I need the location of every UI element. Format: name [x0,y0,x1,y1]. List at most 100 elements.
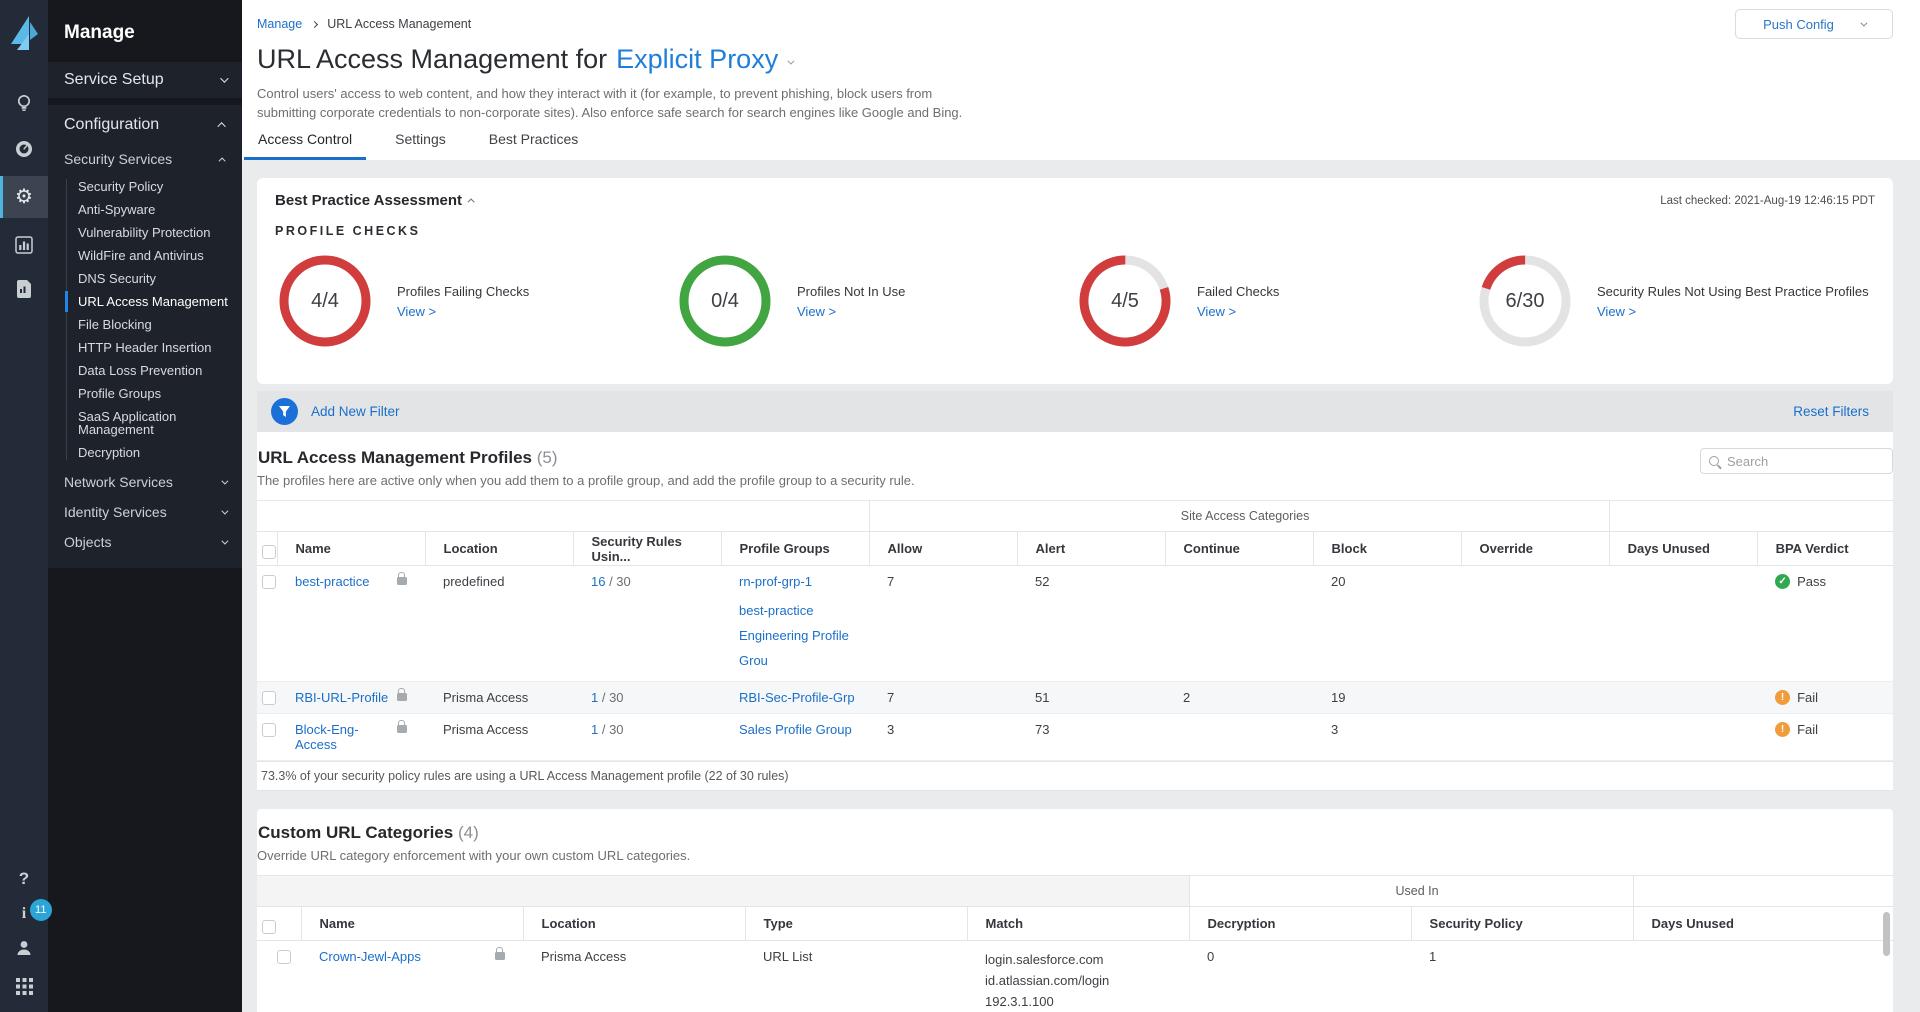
column-header-decryption[interactable]: Decryption [1189,907,1411,941]
add-new-filter-link[interactable]: Add New Filter [311,404,400,419]
sidebar-item-anti-spyware[interactable]: Anti-Spyware [48,198,242,221]
custom-group-header-row: Used In [257,876,1893,907]
sidebar-item-saas-application-management[interactable]: SaaS Application Management [48,405,242,441]
prisma-logo[interactable] [5,12,43,54]
custom-count: (4) [458,823,479,842]
sidebar-section-service-setup[interactable]: Service Setup [48,62,242,98]
notifications-button[interactable]: i 11 [22,905,26,923]
manage-nav-button[interactable]: ⚙ [0,176,48,218]
sidebar-item-profile-groups[interactable]: Profile Groups [48,382,242,405]
push-config-button[interactable]: Push Config [1735,9,1893,39]
user-button[interactable] [15,939,33,962]
column-header-name[interactable]: Name [301,907,523,941]
reports-nav-button[interactable] [0,226,48,264]
chevron-down-icon [220,74,228,82]
donut-label: Security Rules Not Using Best Practice P… [1597,284,1869,299]
vertical-scrollbar[interactable] [1883,912,1890,956]
tab-best-practices[interactable]: Best Practices [475,131,592,160]
profile-group-link[interactable]: Sales Profile Group [739,722,852,737]
view-link[interactable]: View > [1197,304,1279,319]
column-header-type[interactable]: Type [745,907,967,941]
sidebar-item-vulnerability-protection[interactable]: Vulnerability Protection [48,221,242,244]
profile-name-link[interactable]: RBI-URL-Profile [295,690,388,705]
column-header-alert[interactable]: Alert [1017,532,1165,566]
sidebar-item-data-loss-prevention[interactable]: Data Loss Prevention [48,359,242,382]
chevron-up-icon [468,198,475,205]
donut-chart: 4/4 [275,251,375,351]
profiles-table: Site Access Categories Name Location Sec… [257,500,1893,761]
sidebar-item-dns-security[interactable]: DNS Security [48,267,242,290]
sidebar-group-objects[interactable]: Objects [48,526,242,556]
profile-group-link[interactable]: best-practice [739,603,813,618]
sidebar-group-identity-services[interactable]: Identity Services [48,496,242,526]
column-header-continue[interactable]: Continue [1165,532,1313,566]
breadcrumb-manage[interactable]: Manage [257,17,302,31]
select-all-checkbox[interactable] [262,920,276,934]
column-header-days-unused[interactable]: Days Unused [1633,907,1893,941]
apps-button[interactable] [16,978,33,1000]
app-window: ⚙ ? i 11 [0,0,1920,1012]
search-input[interactable] [1727,454,1884,469]
tab-access-control[interactable]: Access Control [244,131,366,160]
column-header-profile-groups[interactable]: Profile Groups [721,532,869,566]
row-checkbox[interactable] [262,691,276,705]
column-header-block[interactable]: Block [1313,532,1461,566]
donut-label: Profiles Failing Checks [397,284,529,299]
profile-name-link[interactable]: Block-Eng-Access [295,722,397,752]
sidebar-divider [48,98,242,105]
sidebar-group-security-services[interactable]: Security Services [48,143,242,173]
block-cell: 3 [1313,714,1461,761]
bpa-collapse-toggle[interactable]: Best Practice Assessment [275,192,475,209]
days-unused-cell [1609,566,1757,682]
rules-count-link[interactable]: 16 [591,574,605,589]
sidebar-item-decryption[interactable]: Decryption [48,441,242,464]
days-unused-cell [1609,714,1757,761]
row-checkbox[interactable] [262,575,276,589]
profile-name-link[interactable]: best-practice [295,574,369,589]
column-header-security-policy[interactable]: Security Policy [1411,907,1633,941]
lightbulb-icon [15,94,33,112]
help-button[interactable]: ? [19,869,29,889]
view-link[interactable]: View > [397,304,529,319]
column-header-name[interactable]: Name [277,532,425,566]
column-header-bpa-verdict[interactable]: BPA Verdict [1757,532,1893,566]
tab-settings[interactable]: Settings [381,131,460,160]
row-checkbox[interactable] [277,950,291,964]
prisma-logo-icon [7,14,41,52]
select-all-checkbox[interactable] [262,545,276,559]
rules-using-cell: 16 / 30 [573,566,721,682]
filter-button[interactable] [271,398,298,425]
gear-icon: ⚙ [15,187,33,207]
sidebar-item-security-policy[interactable]: Security Policy [48,175,242,198]
column-header-override[interactable]: Override [1461,532,1609,566]
sidebar-section-configuration[interactable]: Configuration [48,105,242,143]
sidebar-group-network-services[interactable]: Network Services [48,468,242,496]
url-profiles-section: URL Access Management Profiles (5) The p… [257,432,1893,791]
insights-nav-button[interactable] [0,84,48,122]
profile-group-link[interactable]: rn-prof-grp-1 [739,574,812,589]
view-link[interactable]: View > [1597,304,1869,319]
reset-filters-link[interactable]: Reset Filters [1793,404,1869,419]
continue-cell [1165,566,1313,682]
column-header-days-unused[interactable]: Days Unused [1609,532,1757,566]
column-header-match[interactable]: Match [967,907,1189,941]
column-header-security-rules[interactable]: Security Rules Usin... [573,532,721,566]
profile-group-link[interactable]: RBI-Sec-Profile-Grp [739,690,855,705]
sidebar-item-url-access-management[interactable]: URL Access Management [48,290,242,313]
gauge-icon [14,139,34,159]
view-link[interactable]: View > [797,304,905,319]
proxy-selector[interactable]: Explicit Proxy [616,44,778,75]
column-header-location[interactable]: Location [425,532,573,566]
column-header-allow[interactable]: Allow [869,532,1017,566]
sidebar-item-file-blocking[interactable]: File Blocking [48,313,242,336]
column-header-location[interactable]: Location [523,907,745,941]
donut-chart: 0/4 [675,251,775,351]
dashboard-nav-button[interactable] [0,130,48,168]
row-checkbox[interactable] [262,723,276,737]
profile-group-link[interactable]: Engineering Profile Grou [739,628,849,668]
sidebar-item-http-header-insertion[interactable]: HTTP Header Insertion [48,336,242,359]
activity-nav-button[interactable] [0,270,48,308]
sidebar-item-wildfire-antivirus[interactable]: WildFire and Antivirus [48,244,242,267]
category-name-link[interactable]: Crown-Jewl-Apps [319,949,421,964]
override-cell [1461,714,1609,761]
